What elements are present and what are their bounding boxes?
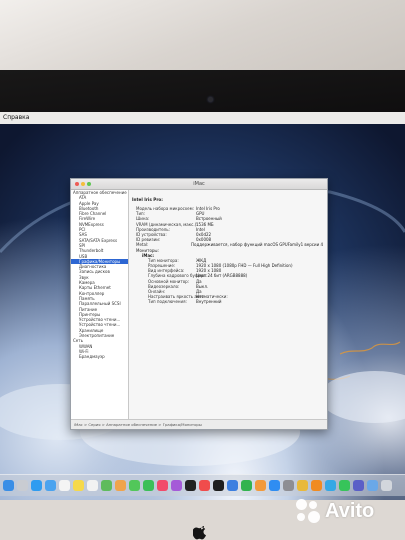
property-value: Цвет 24 бит (ARGB8888)	[196, 273, 248, 279]
vlc-icon[interactable]	[311, 480, 322, 491]
path-bar: iMac > Серия > Аппаратное обеспечение > …	[71, 419, 327, 429]
sidebar: Аппаратное обеспечение ATA Apple Pay Blueto…	[71, 190, 129, 419]
calendar-icon[interactable]	[59, 480, 70, 491]
pages-icon[interactable]	[255, 480, 266, 491]
sidebar-item[interactable]: Параллельный SCSI	[71, 301, 128, 306]
window-title: iMac	[193, 181, 205, 187]
mail-icon[interactable]	[45, 480, 56, 491]
avito-watermark: Avito	[296, 498, 374, 524]
window-titlebar[interactable]: iMac	[71, 179, 327, 190]
folder-icon[interactable]	[367, 480, 378, 491]
dock	[0, 474, 405, 496]
whatsapp-icon[interactable]	[339, 480, 350, 491]
tv-icon[interactable]	[185, 480, 196, 491]
trash-icon[interactable]	[381, 480, 392, 491]
avito-logo-icon	[296, 498, 322, 524]
property-key: Тип подключения:	[148, 299, 187, 305]
maps-icon[interactable]	[101, 480, 112, 491]
property-row: Metal: Поддерживается, набор функций macO…	[132, 242, 323, 247]
apple-logo-icon	[193, 526, 206, 540]
settings-icon[interactable]	[283, 480, 294, 491]
music-icon[interactable]	[157, 480, 168, 491]
finder-icon[interactable]	[3, 480, 14, 491]
news-icon[interactable]	[199, 480, 210, 491]
numbers-icon[interactable]	[241, 480, 252, 491]
teams-icon[interactable]	[353, 480, 364, 491]
avito-text: Avito	[325, 499, 375, 522]
reminders-icon[interactable]	[87, 480, 98, 491]
telegram-icon[interactable]	[325, 480, 336, 491]
messages-icon[interactable]	[129, 480, 140, 491]
wallpaper-coastline	[339, 341, 401, 355]
camera-icon	[208, 97, 213, 102]
system-information-window: iMac Аппаратное обеспечение ATA Apple Pay B…	[70, 178, 328, 430]
sidebar-item[interactable]: Брандмауэр	[71, 354, 128, 359]
podcasts-icon[interactable]	[171, 480, 182, 491]
property-value: Поддерживается, набор функций macOS GPUF…	[191, 242, 323, 248]
launchpad-icon[interactable]	[17, 480, 28, 491]
safari-icon[interactable]	[31, 480, 42, 491]
property-value: Внутренний	[196, 299, 222, 305]
stocks-icon[interactable]	[213, 480, 224, 491]
screen: Справка iMac Аппаратное обеспечение ATA Ap…	[0, 112, 405, 504]
photos-icon[interactable]	[115, 480, 126, 491]
gpu-name: Intel Iris Pro:	[132, 197, 163, 202]
chrome-icon[interactable]	[297, 480, 308, 491]
details-pane: Intel Iris Pro: Модель набора микросхем:…	[130, 190, 325, 419]
property-key: Metal:	[136, 242, 149, 248]
sidebar-item[interactable]: Устройство чтени...	[71, 322, 128, 327]
property-row: Тип подключения: Внутренний	[132, 299, 323, 304]
keynote-icon[interactable]	[227, 480, 238, 491]
app-store-icon[interactable]	[269, 480, 280, 491]
notes-icon[interactable]	[73, 480, 84, 491]
facetime-icon[interactable]	[143, 480, 154, 491]
